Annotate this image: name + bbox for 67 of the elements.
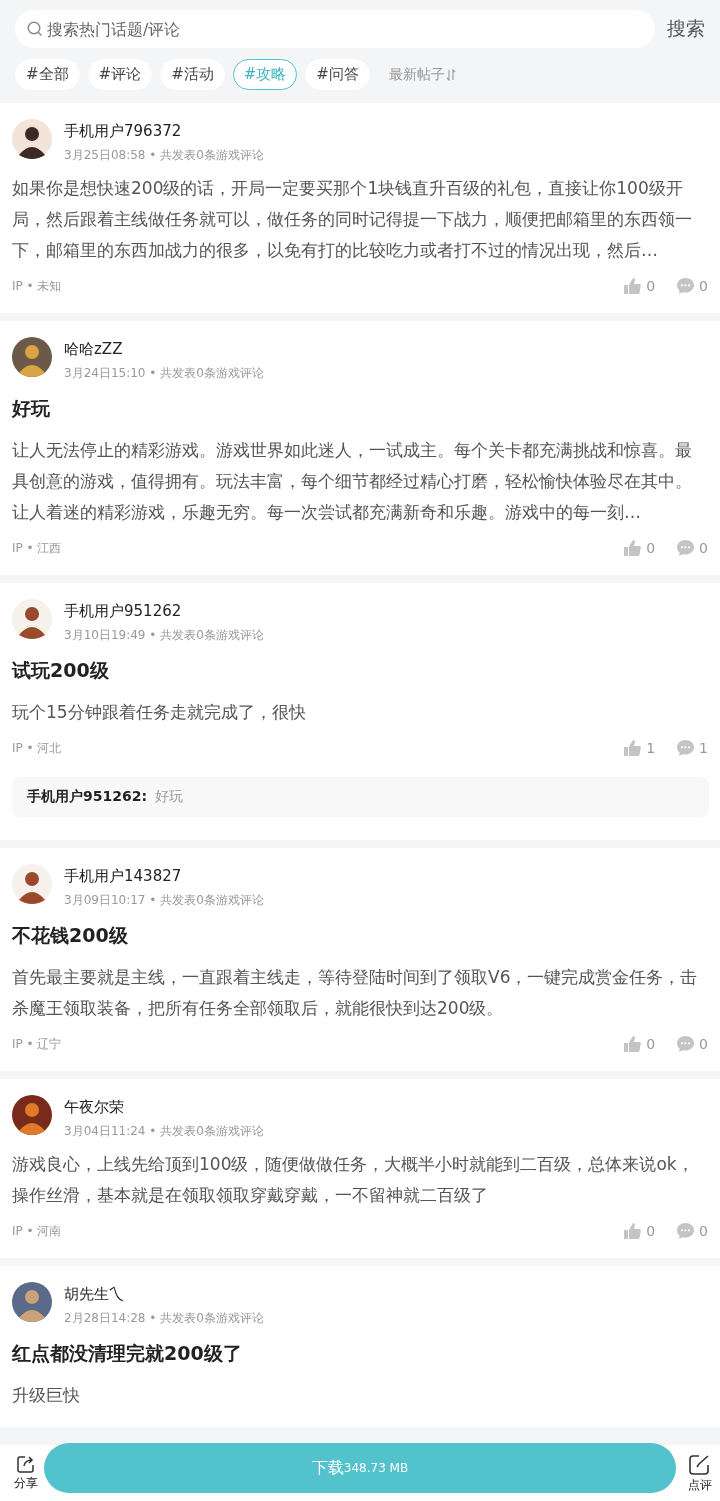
user-name[interactable]: 手机用户143827 [64,865,264,887]
ip-location: IP • 江西 [12,539,63,557]
comment-count: 0 [699,1223,708,1239]
avatar[interactable] [12,119,52,159]
post-text: 游戏良心，上线先给顶到100级，随便做做任务，大概半小时就能到二百级，总体来说ok，操作丝滑，基本就是在领取领取穿戴穿戴，一不留神就二百级了 [12,1153,695,1207]
like-count: 0 [646,540,656,556]
post-title: 试玩200级 [12,658,110,683]
post-meta: 3月10日19:49 • 共发表0条游戏评论 [64,627,264,644]
like-count: 0 [646,1223,656,1239]
comment-count: 0 [699,1036,708,1052]
avatar[interactable] [12,599,52,639]
like-count: 1 [646,740,656,756]
share-icon [17,1455,35,1473]
search-field[interactable]: 搜索热门话题/评论 [15,10,655,48]
comment-icon[interactable] [677,540,695,556]
user-name[interactable]: 午夜尔荣 [64,1096,264,1118]
tag-tab[interactable]: #全部 [15,59,80,90]
tag-tab[interactable]: #活动 [160,59,225,90]
comment-icon[interactable] [677,740,695,756]
edit-icon [689,1455,711,1475]
ip-location: IP • 辽宁 [12,1035,63,1053]
comment-count: 0 [699,278,708,294]
avatar[interactable] [12,1095,52,1135]
post-meta: 3月04日11:24 • 共发表0条游戏评论 [64,1123,264,1140]
post-text: 如果你是想快速200级的话，开局一定要买那个1块钱直升百级的礼包，直接让你100级开局，然后跟着主线做任务就可以，做任务的同时记得提一下战力，顺便把邮箱里的东西领一下，邮箱里的东西加战力的很多，以免有打的比较吃力或者打不过的情况出现，然后… [12,177,693,262]
post-text: 首先最主要就是主线，一直跟着主线走，等待登陆时间到了领取V6，一键完成赏金任务，击杀魔王领取装备，把所有任务全部领取后，就能很快到达200级。 [12,966,699,1020]
user-name[interactable]: 哈哈zZZ [64,338,264,360]
tag-tab[interactable]: #评论 [87,59,153,90]
review-button[interactable]: 点评 [688,1455,712,1494]
avatar[interactable] [12,337,52,377]
thumb-up-icon[interactable] [624,540,642,556]
avatar[interactable] [12,864,52,904]
post-meta: 3月09日10:17 • 共发表0条游戏评论 [64,892,264,909]
comment-icon[interactable] [677,1223,695,1239]
post-meta: 2月28日14:28 • 共发表0条游戏评论 [64,1310,264,1327]
ip-location: IP • 河北 [12,739,63,757]
thumb-up-icon[interactable] [624,1036,642,1052]
reply-text: 好玩 [155,788,184,806]
post-text: 玩个15分钟跟着任务走就完成了，很快 [12,701,307,724]
reply-preview[interactable]: 手机用户951262: 好玩 [12,777,709,817]
tag-tab[interactable]: #问答 [305,59,370,90]
user-name[interactable]: 手机用户951262 [64,600,264,622]
post-title: 红点都没清理完就200级了 [12,1341,243,1366]
comment-icon[interactable] [677,1036,695,1052]
sort-icon [445,68,456,81]
comment-count: 1 [699,740,708,756]
reply-user: 手机用户951262: [27,788,148,806]
user-name[interactable]: 手机用户796372 [64,120,264,142]
post-text: 让人无法停止的精彩游戏。游戏世界如此迷人，一试成主。每个关卡都充满挑战和惊喜。最具创意的游戏，值得拥有。玩法丰富，每个细节都经过精心打磨，轻松愉快体验尽在其中。让人着迷的精彩游戏，乐趣无穷。每一次尝试都充满新奇和乐趣。游戏中的每一刻… [12,439,693,524]
ip-location: IP • 河南 [12,1222,63,1240]
post-meta: 3月25日08:58 • 共发表0条游戏评论 [64,147,264,164]
search-icon [27,21,43,37]
thumb-up-icon[interactable] [624,278,642,294]
ip-location: IP • 未知 [12,277,63,295]
like-count: 0 [646,1036,656,1052]
search-button[interactable]: 搜索 [667,16,705,42]
post-title: 不花钱200级 [12,923,129,948]
comment-count: 0 [699,540,708,556]
user-name[interactable]: 胡先生乀 [64,1283,264,1305]
post-title: 好玩 [12,396,51,421]
like-count: 0 [646,278,656,294]
thumb-up-icon[interactable] [624,740,642,756]
post-meta: 3月24日15:10 • 共发表0条游戏评论 [64,365,264,382]
comment-icon[interactable] [677,278,695,294]
thumb-up-icon[interactable] [624,1223,642,1239]
share-button[interactable]: 分享 [14,1455,38,1492]
post-text: 升级巨快 [12,1384,81,1407]
